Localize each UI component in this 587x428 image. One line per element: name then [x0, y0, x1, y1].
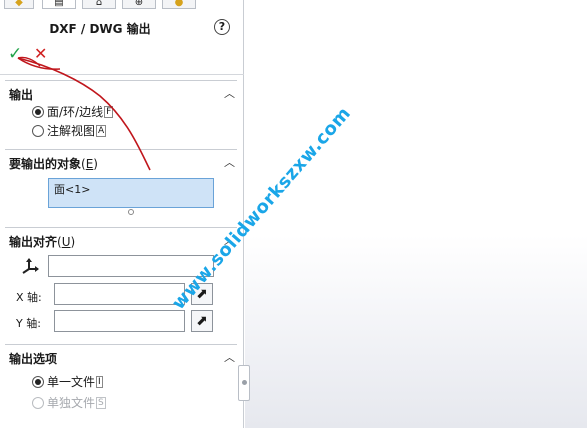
- radio-label: 面/环/边线: [47, 105, 104, 119]
- tab-feature-manager[interactable]: ◆: [4, 0, 34, 9]
- radio-label: 单一文件: [47, 375, 96, 389]
- tab-property-manager[interactable]: ▤: [42, 0, 76, 9]
- radio-faces-loops-edges[interactable]: 面/环/边线 F: [32, 103, 114, 120]
- help-icon[interactable]: ?: [214, 19, 230, 35]
- radio-annotation-view[interactable]: 注解视图 A: [32, 122, 107, 139]
- accelerator-key: E: [85, 157, 94, 171]
- radio-label: 注解视图: [47, 124, 96, 138]
- origin-axis-icon: [22, 258, 39, 274]
- y-axis-label: Y 轴:: [16, 317, 41, 330]
- radio-separate-files[interactable]: 单独文件 S: [32, 394, 106, 411]
- x-axis-field[interactable]: [54, 283, 185, 305]
- manager-tabs: ◆ ▤ ⌂ ⊕ ●: [0, 0, 244, 9]
- feature-manager-icon: ◆: [15, 0, 23, 8]
- configuration-manager-icon: ⌂: [95, 0, 103, 8]
- radio-button-icon[interactable]: [32, 375, 44, 388]
- entities-group-title[interactable]: 要输出的对象(E): [9, 155, 98, 172]
- x-axis-label: X 轴:: [16, 291, 42, 304]
- resize-handle[interactable]: [128, 209, 134, 215]
- property-manager-icon: ▤: [54, 0, 64, 8]
- radio-button-icon[interactable]: [32, 105, 44, 118]
- accelerator-key: F: [104, 105, 114, 118]
- chevron-up-icon[interactable]: ︿: [224, 349, 235, 365]
- accelerator-key: I: [96, 375, 103, 388]
- cancel-icon[interactable]: ✕: [34, 44, 47, 63]
- options-group-title[interactable]: 输出选项: [9, 350, 57, 367]
- chevron-up-icon[interactable]: ︿: [224, 85, 235, 101]
- tab-configuration-manager[interactable]: ⌂: [82, 0, 116, 9]
- accelerator-key: A: [96, 124, 107, 137]
- align-title-text: 输出对齐: [9, 235, 58, 249]
- reverse-direction-icon[interactable]: ⬈: [191, 310, 213, 332]
- accelerator-key: S: [96, 396, 106, 409]
- panel-collapse-handle[interactable]: [238, 365, 250, 401]
- divider: [0, 74, 244, 75]
- output-group-title[interactable]: 输出: [9, 86, 33, 103]
- graphics-viewport[interactable]: [245, 0, 587, 428]
- radio-single-file[interactable]: 单一文件 I: [32, 373, 103, 390]
- dim-expert-icon: ⊕: [134, 0, 144, 8]
- property-manager-panel: ◆ ▤ ⌂ ⊕ ● DXF / DWG 输出 ? ✓ ✕ 输出 ︿ 面/环/边线…: [0, 0, 244, 428]
- list-item[interactable]: 面<1>: [54, 181, 90, 197]
- align-group-title[interactable]: 输出对齐(U): [9, 233, 75, 250]
- entities-title-text: 要输出的对象: [9, 157, 82, 171]
- display-manager-icon: ●: [174, 0, 184, 8]
- accelerator-key: U: [61, 235, 71, 249]
- entities-selection-box[interactable]: 面<1>: [48, 178, 214, 208]
- panel-title: DXF / DWG 输出: [49, 22, 151, 36]
- radio-button-icon[interactable]: [32, 124, 44, 137]
- radio-label: 单独文件: [47, 396, 96, 410]
- radio-button-icon[interactable]: [32, 396, 44, 409]
- tab-display-manager[interactable]: ●: [162, 0, 196, 9]
- y-axis-field[interactable]: [54, 310, 185, 332]
- grip-icon: [242, 380, 247, 385]
- tab-dim-expert[interactable]: ⊕: [122, 0, 156, 9]
- ok-icon[interactable]: ✓: [8, 44, 22, 64]
- chevron-up-icon[interactable]: ︿: [224, 154, 235, 170]
